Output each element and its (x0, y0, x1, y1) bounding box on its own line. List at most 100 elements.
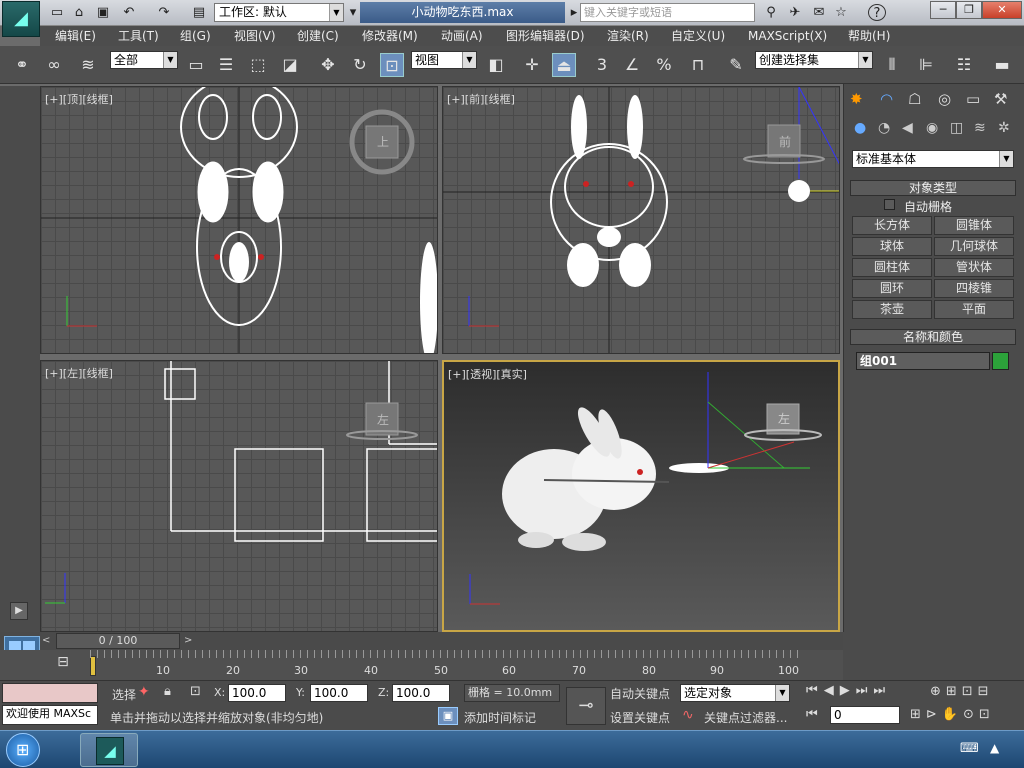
angle-snap-icon[interactable]: ∠ (620, 53, 644, 77)
autogrid-checkbox[interactable] (884, 199, 895, 210)
new-file-icon[interactable]: ▭ (48, 4, 66, 21)
menu-graph-editors[interactable]: 图形编辑器(D) (506, 26, 585, 46)
track-bar[interactable]: ⊟ 10 20 30 40 50 60 70 80 90 100 (0, 650, 843, 680)
communication-icon[interactable]: ✉ (810, 4, 828, 21)
named-selection-dropdown[interactable]: 创建选择集 ▼ (755, 51, 873, 69)
key-filters-button[interactable]: 关键点过滤器... (704, 709, 787, 726)
viewport-label-front[interactable]: [+][前][线框] (447, 91, 515, 107)
menu-modifiers[interactable]: 修改器(M) (362, 26, 418, 46)
reference-coordinate-dropdown[interactable]: 视图 ▼ (411, 51, 477, 69)
scale-icon[interactable]: ⊡ (380, 53, 404, 77)
teapot-button[interactable]: 茶壶 (852, 300, 932, 319)
menu-create[interactable]: 创建(C) (297, 26, 339, 46)
open-file-icon[interactable]: ⌂ (70, 4, 88, 21)
key-mode-dropdown[interactable]: 选定对象 ▼ (680, 684, 790, 702)
select-manipulate-icon[interactable]: ✛ (520, 53, 544, 77)
subscription-icon[interactable]: ✈ (786, 4, 804, 21)
geometry-icon[interactable]: ● (854, 120, 866, 136)
minimize-button[interactable]: ─ (930, 1, 956, 19)
menu-views[interactable]: 视图(V) (234, 26, 276, 46)
snap-toggle-icon[interactable]: 3 (590, 53, 614, 77)
utilities-tab-icon[interactable]: ⚒ (994, 90, 1007, 108)
viewport-perspective[interactable]: [+][透视][真实] 左 (442, 360, 840, 632)
tube-button[interactable]: 管状体 (934, 258, 1014, 277)
selection-lock-icon[interactable]: 🔒︎ (164, 684, 171, 699)
keyboard-shortcut-override-icon[interactable]: ⏏ (552, 53, 576, 77)
lights-icon[interactable]: ◀ (902, 120, 913, 136)
geosphere-button[interactable]: 几何球体 (934, 237, 1014, 256)
time-slider-thumb[interactable]: 0 / 100 (56, 633, 180, 649)
project-folder-icon[interactable]: ▤ (190, 4, 208, 21)
menu-help[interactable]: 帮助(H) (848, 26, 890, 46)
hierarchy-tab-icon[interactable]: ☖ (908, 90, 921, 108)
maximize-button[interactable]: ❐ (956, 1, 982, 19)
select-object-icon[interactable]: ▭ (184, 53, 208, 77)
viewport-nav-top[interactable]: ⊕⊞⊡⊟ (930, 684, 1020, 704)
align-icon[interactable]: ⊫ (914, 53, 938, 77)
window-crossing-icon[interactable]: ◪ (278, 53, 302, 77)
help-icon[interactable]: ? (868, 4, 886, 21)
systems-icon[interactable]: ✲ (998, 120, 1010, 136)
graphite-ribbon-icon[interactable]: ▬ (990, 53, 1014, 77)
keyboard-tray-icon[interactable]: ⌨ (960, 741, 979, 756)
viewport-label-perspective[interactable]: [+][透视][真实] (448, 366, 527, 382)
edit-named-selection-icon[interactable]: ✎ (724, 53, 748, 77)
rotate-icon[interactable]: ↻ (348, 53, 372, 77)
menu-rendering[interactable]: 渲染(R) (607, 26, 649, 46)
object-color-swatch[interactable] (992, 352, 1009, 370)
pivot-center-icon[interactable]: ◧ (484, 53, 508, 77)
space-warps-icon[interactable]: ≋ (974, 120, 986, 136)
curve-editor-icon[interactable]: ⊟ (52, 654, 74, 674)
undo-icon[interactable]: ↶ (120, 4, 138, 21)
select-by-name-icon[interactable]: ☰ (214, 53, 238, 77)
viewport-left[interactable]: [+][左][线框] 左 (40, 360, 438, 632)
menu-animation[interactable]: 动画(A) (441, 26, 483, 46)
rollout-object-type[interactable]: 对象类型 (850, 180, 1016, 196)
next-frame-arrow-icon[interactable]: > (184, 634, 196, 648)
modify-tab-icon[interactable]: ◠ (880, 90, 893, 108)
cameras-icon[interactable]: ◉ (926, 120, 938, 136)
viewport-nav-bottom[interactable]: ⊞⊳✋⊙⊡ (910, 707, 1020, 727)
motion-tab-icon[interactable]: ◎ (938, 90, 951, 108)
viewport-top[interactable]: [+][顶][线框] 上 (40, 86, 438, 354)
z-coordinate-input[interactable]: 100.0 (392, 684, 450, 702)
prev-frame-arrow-icon[interactable]: < (42, 634, 54, 648)
set-key-icon[interactable]: ⊸ (566, 687, 606, 725)
bind-space-warp-icon[interactable]: ≋ (76, 53, 100, 77)
link-icon[interactable]: ⚭ (10, 53, 34, 77)
menu-group[interactable]: 组(G) (180, 26, 211, 46)
y-coordinate-input[interactable]: 100.0 (310, 684, 368, 702)
menu-maxscript[interactable]: MAXScript(X) (748, 26, 827, 46)
play-arrow-icon[interactable]: ▶ (10, 602, 28, 620)
add-time-tag[interactable]: 添加时间标记 (464, 709, 536, 726)
x-coordinate-input[interactable]: 100.0 (228, 684, 286, 702)
favorites-icon[interactable]: ☆ (832, 4, 850, 21)
binoculars-icon[interactable]: ⚲ (762, 4, 780, 21)
helpers-icon[interactable]: ◫ (950, 120, 963, 136)
maxscript-mini-listener[interactable]: 欢迎使用 MAXSc (2, 705, 98, 725)
mirror-icon[interactable]: ⫴ (880, 53, 904, 77)
plane-button[interactable]: 平面 (934, 300, 1014, 319)
rectangular-selection-icon[interactable]: ⬚ (246, 53, 270, 77)
tray-arrow-icon[interactable]: ▲ (990, 741, 999, 755)
viewcube-perspective[interactable]: 左 (774, 410, 794, 427)
display-tab-icon[interactable]: ▭ (966, 90, 980, 108)
start-button[interactable]: ⊞ (6, 733, 40, 767)
viewport-label-left[interactable]: [+][左][线框] (45, 365, 113, 381)
maxscript-listener-output[interactable] (2, 683, 98, 703)
viewcube-left[interactable]: 左 (373, 411, 393, 428)
taskbar-3dsmax-app[interactable]: ◢ (80, 733, 138, 767)
app-logo-icon[interactable]: ◢ (2, 1, 40, 37)
set-key-button[interactable]: 设置关键点 (610, 709, 670, 726)
sphere-button[interactable]: 球体 (852, 237, 932, 256)
redo-icon[interactable]: ↷ (155, 4, 173, 21)
workspace-selector[interactable]: 工作区: 默认 ▼ (214, 3, 344, 22)
menu-customize[interactable]: 自定义(U) (671, 26, 725, 46)
geometry-category-dropdown[interactable]: 标准基本体 ▼ (852, 150, 1014, 168)
spinner-snap-icon[interactable]: ⊓ (686, 53, 710, 77)
layer-manager-icon[interactable]: ☷ (952, 53, 976, 77)
rollout-name-color[interactable]: 名称和颜色 (850, 329, 1016, 345)
torus-button[interactable]: 圆环 (852, 279, 932, 298)
key-mode-toggle-icon[interactable]: ⏮ (806, 707, 818, 722)
unlink-icon[interactable]: ∞ (42, 53, 66, 77)
